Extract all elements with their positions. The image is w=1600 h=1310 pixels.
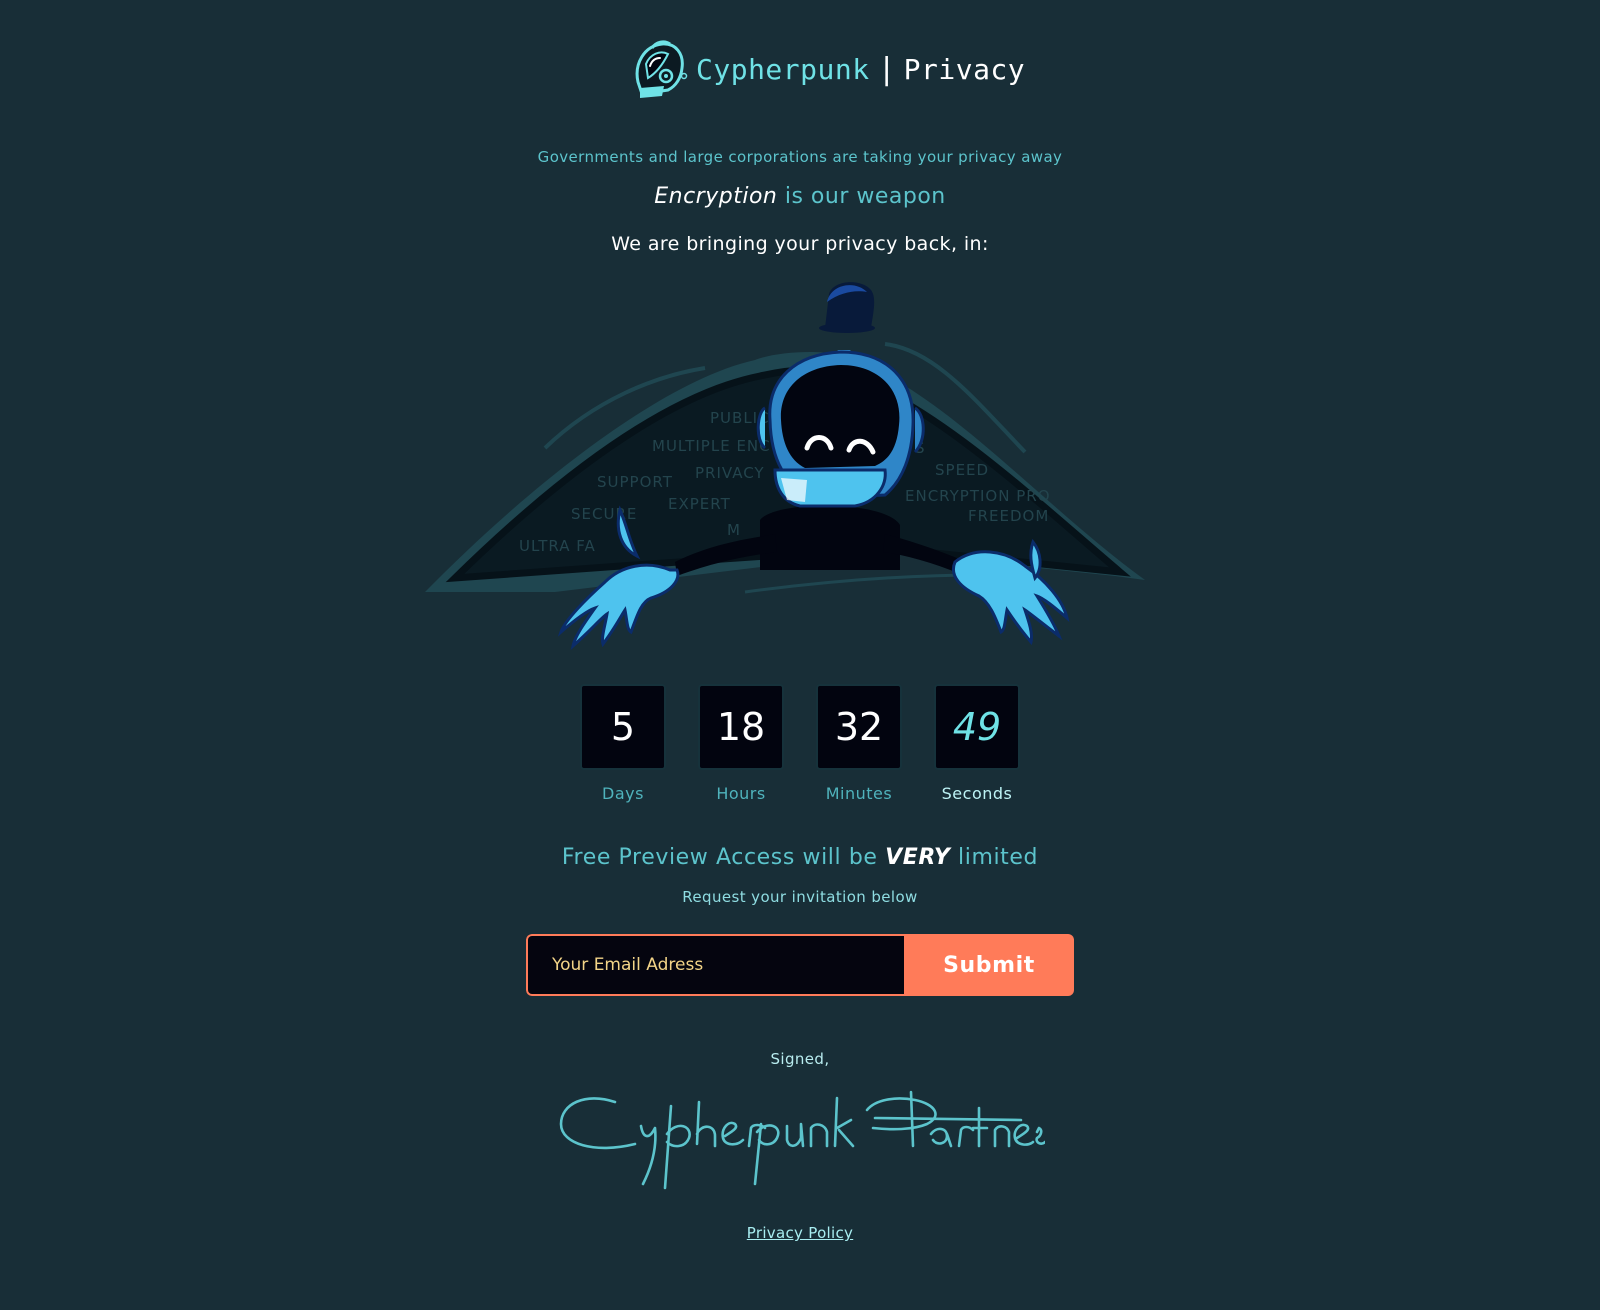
hero-word: M bbox=[727, 521, 741, 539]
privacy-policy-link[interactable]: Privacy Policy bbox=[747, 1224, 853, 1242]
cypherpunk-mascot-peeking-from-cloak: PUBLIC MULTIPLE ENC S PRIVACY SUPPORT SP… bbox=[425, 282, 1145, 651]
countdown-intro: We are bringing your privacy back, in: bbox=[611, 233, 989, 255]
headline: Encryption is our weapon bbox=[0, 184, 1600, 209]
email-field[interactable] bbox=[526, 934, 904, 996]
hero-word: ULTRA FA bbox=[519, 537, 596, 555]
countdown-days-value: 5 bbox=[580, 684, 666, 770]
countdown-hours-value: 18 bbox=[698, 684, 784, 770]
countdown-minutes-value: 32 bbox=[816, 684, 902, 770]
hero-word: SUPPORT bbox=[597, 473, 673, 491]
headline-rest: is our weapon bbox=[777, 184, 946, 209]
hero-word: MULTIPLE ENC bbox=[652, 437, 771, 455]
offer-after: limited bbox=[950, 845, 1039, 870]
countdown-seconds-value: 49 bbox=[934, 684, 1020, 770]
cypherpunk-helmet-logo-icon bbox=[635, 40, 688, 98]
brand-name-primary: Cypherpunk bbox=[696, 52, 870, 86]
submit-button[interactable]: Submit bbox=[904, 934, 1074, 996]
countdown-hours: 18 Hours bbox=[698, 684, 784, 804]
request-invitation-text: Request your invitation below bbox=[682, 888, 918, 906]
countdown-minutes: 32 Minutes bbox=[816, 684, 902, 804]
countdown-days-label: Days bbox=[602, 784, 644, 803]
hero-word: FREEDOM bbox=[968, 507, 1049, 525]
brand-header: Cypherpunk | Privacy bbox=[630, 38, 1025, 100]
hero-word: PRIVACY bbox=[695, 464, 765, 482]
brand-separator: | bbox=[877, 51, 896, 87]
hero-word: SPEED bbox=[935, 461, 989, 479]
countdown-days: 5 Days bbox=[580, 684, 666, 804]
offer-before: Free Preview Access will be bbox=[561, 845, 886, 870]
signed-label: Signed, bbox=[770, 1050, 830, 1068]
countdown-seconds-label: Seconds bbox=[941, 784, 1013, 803]
countdown-timer: 5 Days 18 Hours 32 Minutes 49 Seconds bbox=[580, 684, 1020, 804]
hero-word: SECURE bbox=[571, 505, 637, 523]
countdown-seconds: 49 Seconds bbox=[934, 684, 1020, 804]
countdown-minutes-label: Minutes bbox=[825, 784, 893, 803]
offer-heading: Free Preview Access will be VERY limited bbox=[0, 845, 1600, 870]
headline-emphasis: Encryption bbox=[654, 184, 778, 209]
tagline: Governments and large corporations are t… bbox=[537, 148, 1063, 166]
countdown-hours-label: Hours bbox=[716, 784, 766, 803]
hero-word: ENCRYPTION PRO bbox=[905, 487, 1051, 505]
cypherpunk-partners-signature bbox=[559, 1090, 1045, 1190]
footer: Privacy Policy bbox=[0, 1224, 1600, 1242]
invitation-form: Submit bbox=[526, 934, 1074, 996]
hero-word: EXPERT bbox=[668, 495, 731, 513]
brand-name-secondary: Privacy bbox=[903, 52, 1026, 86]
offer-emphasis: VERY bbox=[885, 845, 951, 870]
